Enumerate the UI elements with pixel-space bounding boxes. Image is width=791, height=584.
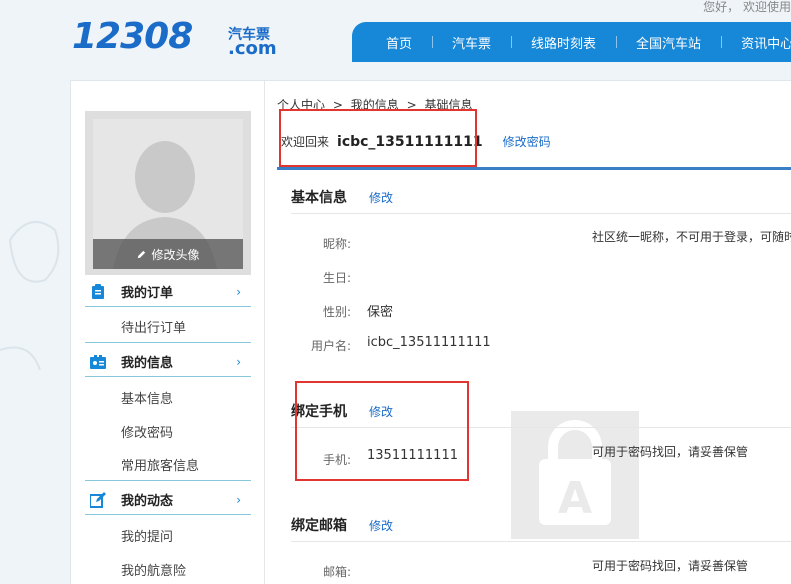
menu-my-orders[interactable]: 我的订单 › — [85, 277, 251, 307]
email-label: 邮箱: — [322, 565, 351, 579]
tab-underline — [277, 167, 791, 170]
menu-my-info-label: 我的信息 — [121, 356, 174, 371]
menu-my-info[interactable]: 我的信息 › — [85, 347, 251, 377]
svg-text:A: A — [558, 473, 592, 524]
basic-info-edit-link[interactable]: 修改 — [369, 189, 393, 206]
menu-item-pending-orders[interactable]: 待出行订单 — [85, 311, 251, 343]
menu-item-basic-info[interactable]: 基本信息 — [85, 381, 251, 413]
nickname-note: 社区统一昵称，不可用于登录，可随时 — [592, 230, 791, 244]
avatar-frame: 修改头像 — [85, 111, 251, 275]
site-logo[interactable]: 12308 汽车票 .com — [72, 16, 277, 60]
pencil-icon — [138, 250, 146, 258]
logo-number: 12308 — [72, 16, 193, 57]
email-edit-link[interactable]: 修改 — [369, 517, 393, 534]
edit-icon — [90, 491, 106, 508]
chevron-right-icon: › — [236, 284, 241, 299]
main-card: 修改头像 我的订单 › 待出行订单 我的信息 › 基本信息 修改密码 常用旅客信… — [70, 80, 791, 584]
highlight-box-phone — [295, 381, 469, 481]
nav-timetable[interactable]: 线路时刻表 — [511, 33, 616, 52]
menu-item-change-password[interactable]: 修改密码 — [85, 415, 251, 447]
edit-avatar-button[interactable]: 修改头像 — [93, 239, 243, 269]
order-icon — [92, 283, 104, 299]
menu-item-my-questions[interactable]: 我的提问 — [85, 519, 251, 551]
birthday-label: 生日: — [322, 271, 351, 285]
greeting-text: 您好， 欢迎使用 — [703, 0, 791, 14]
tab-underline-active — [277, 167, 477, 170]
section-divider — [291, 541, 791, 542]
chevron-right-icon: › — [236, 492, 241, 507]
lock-watermark: A — [511, 411, 639, 539]
section-divider — [291, 213, 791, 214]
basic-info-title: 基本信息 — [291, 190, 347, 206]
lock-icon: A — [511, 411, 639, 539]
sidebar: 修改头像 我的订单 › 待出行订单 我的信息 › 基本信息 修改密码 常用旅客信… — [71, 81, 265, 584]
phone-note: 可用于密码找回，请妥善保管 — [592, 445, 749, 459]
change-password-link[interactable]: 修改密码 — [503, 133, 551, 150]
nav-stations[interactable]: 全国汽车站 — [616, 33, 721, 52]
logo-domain: .com — [228, 38, 277, 59]
edit-avatar-label: 修改头像 — [151, 247, 200, 262]
menu-my-orders-label: 我的订单 — [121, 286, 174, 301]
highlight-box-username — [279, 109, 477, 167]
nav-news[interactable]: 资讯中心 — [721, 33, 791, 52]
chevron-right-icon: › — [236, 354, 241, 369]
background-decoration — [0, 221, 60, 371]
email-note: 可用于密码找回，请妥善保管 — [592, 559, 749, 573]
email-title: 绑定邮箱 — [291, 518, 347, 534]
main-nav: 首页 汽车票 线路时刻表 全国汽车站 资讯中心 — [352, 22, 791, 62]
menu-my-activity[interactable]: 我的动态 › — [85, 485, 251, 515]
id-card-icon — [90, 354, 106, 369]
menu-my-activity-label: 我的动态 — [121, 494, 174, 509]
nav-home[interactable]: 首页 — [366, 33, 432, 52]
gender-label: 性别: — [322, 305, 351, 319]
nickname-label: 昵称: — [322, 237, 351, 251]
menu-item-passengers[interactable]: 常用旅客信息 — [85, 449, 251, 481]
avatar[interactable]: 修改头像 — [93, 119, 243, 269]
username-label: 用户名: — [310, 339, 351, 353]
tab-underline-rest — [477, 167, 791, 170]
site-header: 12308 汽车票 .com 您好， 欢迎使用 首页 汽车票 线路时刻表 全国汽… — [0, 0, 791, 62]
username-value: icbc_13511111111 — [367, 335, 491, 350]
gender-value: 保密 — [367, 305, 394, 320]
nav-bus-ticket[interactable]: 汽车票 — [432, 33, 511, 52]
content-area: 个人中心 > 我的信息 > 基础信息 欢迎回来 icbc_13511111111… — [277, 81, 791, 584]
menu-item-my-insurance[interactable]: 我的航意险 — [85, 553, 251, 584]
